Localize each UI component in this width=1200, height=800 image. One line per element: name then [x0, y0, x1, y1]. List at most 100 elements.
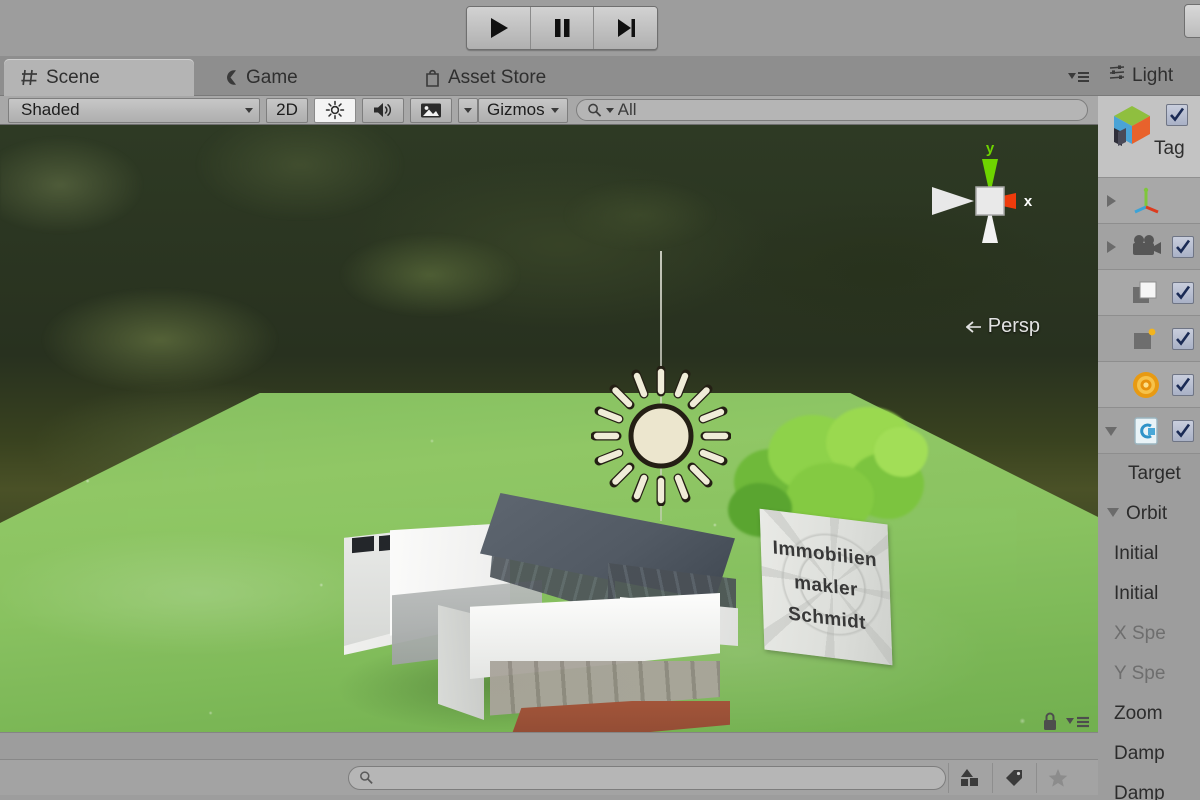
chevron-left-icon: [965, 320, 981, 333]
padlock-icon[interactable]: [1040, 710, 1060, 732]
label-tag-button[interactable]: [992, 762, 1034, 793]
house-model[interactable]: [316, 485, 750, 732]
sign-line-2: makler: [793, 572, 859, 601]
foldout-collapsed-icon[interactable]: [1098, 240, 1124, 254]
scene-orientation-gizmo[interactable]: y x: [924, 137, 1056, 265]
component-row-audio-listener[interactable]: [1098, 362, 1200, 408]
component-enabled-checkbox[interactable]: [1172, 328, 1194, 350]
checkmark-icon: [1176, 331, 1191, 346]
chevron-down-icon: [245, 107, 253, 113]
inspector-object-header: Tag: [1098, 96, 1200, 178]
property-row[interactable]: Initial: [1098, 574, 1200, 614]
tab-scene-label: Scene: [46, 66, 100, 88]
inspector-panel: Light Tag Target Orbit Initial Initial X…: [1098, 0, 1200, 800]
tab-game[interactable]: Game: [206, 59, 314, 96]
top-toolbar: [0, 0, 1200, 56]
foldout-expanded-icon[interactable]: [1098, 424, 1124, 438]
property-row[interactable]: Target: [1098, 454, 1200, 494]
scene-lighting-toggle[interactable]: [314, 97, 356, 123]
projection-mode-text: Persp: [987, 315, 1040, 337]
audio-listener-icon: [1124, 370, 1168, 400]
search-filter-chevron-icon[interactable]: [605, 107, 614, 113]
unity-editor-window: Scene Game Asset Store Shaded 2D Gizmos …: [0, 0, 1200, 800]
project-search-input[interactable]: [379, 769, 935, 786]
inspector-tab[interactable]: Light: [1098, 56, 1200, 96]
label-tag-icon: [1005, 769, 1022, 786]
component-list: Target Orbit Initial Initial X Spe Y Spe: [1098, 178, 1200, 800]
checkmark-icon: [1176, 239, 1191, 254]
gizmos-dropdown-button[interactable]: Gizmos: [478, 97, 568, 123]
property-row[interactable]: X Spe: [1098, 614, 1200, 654]
property-label: X Spe: [1114, 623, 1166, 644]
sliders-icon: [1108, 64, 1126, 88]
tab-asset-store[interactable]: Asset Store: [408, 59, 562, 96]
checkmark-icon: [1176, 423, 1191, 438]
image-icon: [421, 103, 441, 117]
component-enabled-checkbox[interactable]: [1172, 374, 1194, 396]
gui-layer-icon: [1124, 325, 1168, 353]
object-enabled-checkbox[interactable]: [1166, 104, 1188, 126]
viewport-corner-controls: [1040, 710, 1090, 732]
transform-axis-icon: [1124, 185, 1168, 217]
component-row-script[interactable]: [1098, 408, 1200, 454]
property-row[interactable]: Y Spe: [1098, 654, 1200, 694]
checkmark-icon: [1176, 285, 1191, 300]
component-enabled-checkbox[interactable]: [1172, 236, 1194, 258]
two-d-toggle-button[interactable]: 2D: [266, 97, 308, 123]
component-enabled-checkbox[interactable]: [1172, 420, 1194, 442]
property-row[interactable]: Damp: [1098, 774, 1200, 800]
layers-dropdown[interactable]: [1184, 4, 1200, 38]
property-label: Initial: [1114, 583, 1159, 604]
bottom-panel: [0, 732, 1098, 800]
checkmark-icon: [1176, 377, 1191, 392]
layer-filter-button[interactable]: [948, 762, 990, 793]
scene-search-input[interactable]: [617, 100, 1077, 120]
csharp-script-icon: [1124, 416, 1168, 446]
realtor-sign[interactable]: Immobilien makler Schmidt: [759, 508, 893, 666]
panel-tab-bar: Scene Game Asset Store: [0, 56, 1098, 96]
foldout-expanded-icon[interactable]: [1106, 503, 1120, 525]
scene-audio-toggle[interactable]: [362, 97, 404, 123]
component-row-gui-layer[interactable]: [1098, 316, 1200, 362]
component-row-flare-layer[interactable]: [1098, 270, 1200, 316]
projection-mode-label[interactable]: Persp: [965, 315, 1040, 338]
draw-mode-dropdown[interactable]: Shaded: [8, 97, 260, 123]
panel-options-menu-icon[interactable]: [1068, 70, 1090, 84]
tag-label: Tag: [1154, 138, 1185, 159]
tab-scene[interactable]: Scene: [4, 59, 194, 96]
chevron-down-icon: [550, 107, 559, 113]
scene-viewport[interactable]: Immobilien makler Schmidt y x Persp: [0, 125, 1098, 732]
layer-filter-icon: [960, 768, 978, 786]
component-enabled-checkbox[interactable]: [1172, 282, 1194, 304]
scene-search-field[interactable]: [575, 99, 1088, 121]
pause-button[interactable]: [530, 7, 595, 49]
property-label: Zoom: [1114, 703, 1163, 724]
component-row-camera[interactable]: [1098, 224, 1200, 270]
play-button[interactable]: [467, 7, 531, 49]
foldout-collapsed-icon[interactable]: [1098, 194, 1124, 208]
magnifier-icon: [360, 771, 373, 784]
pause-icon: [555, 19, 570, 37]
property-row[interactable]: Zoom: [1098, 694, 1200, 734]
playback-controls: [466, 6, 658, 50]
property-row[interactable]: Damp: [1098, 734, 1200, 774]
tab-asset-store-label: Asset Store: [448, 66, 547, 88]
favorite-button[interactable]: [1036, 762, 1078, 793]
magnifier-icon: [587, 103, 601, 117]
hamburger-menu-icon[interactable]: [1066, 715, 1090, 729]
prefab-cube-icon: [1108, 102, 1158, 155]
property-group-header[interactable]: Orbit: [1098, 494, 1200, 534]
svg-text:x: x: [1024, 193, 1033, 210]
scene-view-toolbar: Shaded 2D Gizmos All: [0, 96, 1098, 125]
component-row-transform[interactable]: [1098, 178, 1200, 224]
scene-effects-toggle[interactable]: [410, 97, 452, 123]
scene-effects-dropdown[interactable]: [458, 97, 478, 123]
step-button[interactable]: [594, 7, 657, 49]
property-label: Damp: [1114, 783, 1165, 800]
project-search-field[interactable]: [348, 765, 946, 790]
property-label: Y Spe: [1114, 663, 1166, 684]
house-window: [352, 535, 374, 554]
two-d-label: 2D: [276, 100, 298, 119]
play-icon: [491, 18, 509, 38]
property-row[interactable]: Initial: [1098, 534, 1200, 574]
